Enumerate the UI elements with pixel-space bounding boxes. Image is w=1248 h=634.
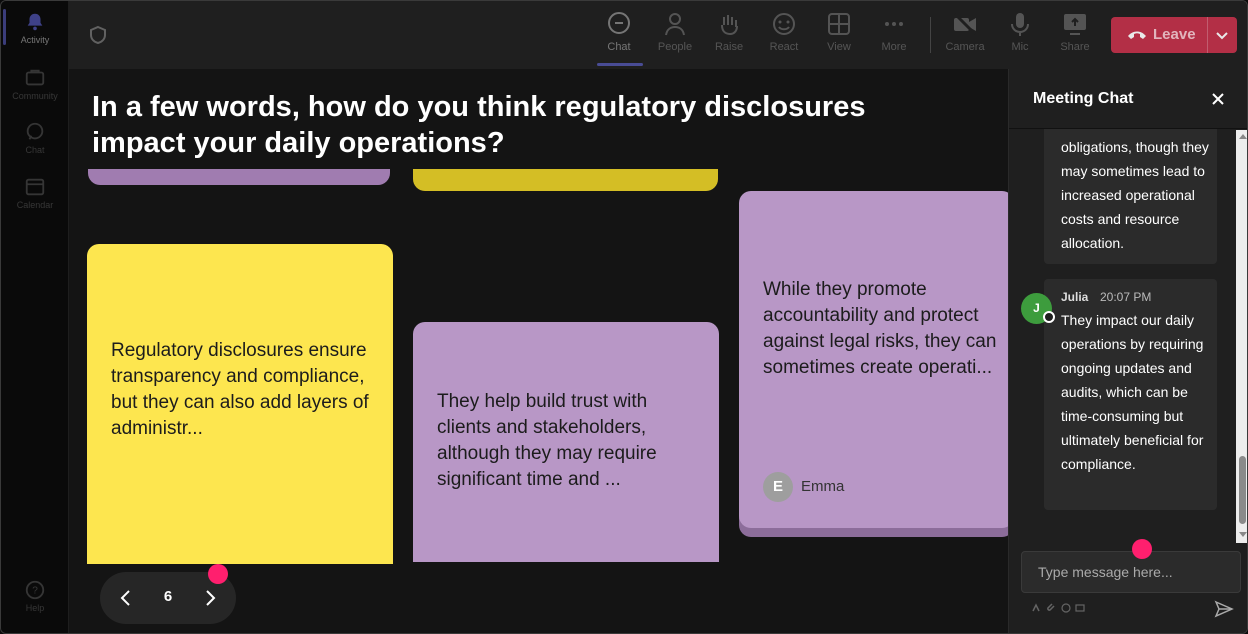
sticky-note[interactable]: They help build trust with clients and s… [413,322,719,562]
help-icon: ? [25,580,45,600]
sticky-note[interactable]: While they promote accountability and pr… [739,191,1008,528]
toolbar-divider [930,17,931,53]
scrollbar-thumb[interactable] [1239,456,1246,524]
microphone-icon [1011,13,1029,36]
message-text: obligations, though they may sometimes l… [1061,139,1209,251]
bell-icon [27,13,43,31]
rail-label: Community [12,91,58,101]
chat-icon [26,122,44,140]
mic-button[interactable]: Mic [994,11,1046,63]
more-label: More [881,41,907,53]
camera-label: Camera [945,41,985,53]
message-text: They impact our daily operations by requ… [1061,312,1204,472]
meeting-toolbar: Chat People Raise React View More Camera [69,1,1247,69]
meeting-chat-panel: Meeting Chat obligations, though they ma… [1008,69,1247,633]
note-text: They help build trust with clients and s… [437,391,657,490]
camera-button[interactable]: Camera [939,11,991,63]
rail-label: Help [25,603,45,613]
scroll-up-arrow-icon[interactable] [1239,134,1247,139]
leave-button[interactable]: Leave [1111,17,1237,53]
presence-status-icon [1043,311,1055,323]
share-button[interactable]: Share [1049,11,1101,63]
note-partial-purple [88,169,390,185]
smiley-icon [773,13,795,35]
react-label: React [769,41,799,53]
share-screen-icon [1064,14,1086,35]
question-title: In a few words, how do you think regulat… [92,91,866,159]
community-icon [25,69,45,86]
left-rail: Activity Community Chat Calendar ? Help [1,1,69,633]
cursor-indicator-dot [208,564,228,584]
raise-hand-button[interactable]: Raise [703,11,755,63]
calendar-icon [25,178,45,196]
view-label: View [827,41,851,53]
presentation-stage: In a few words, how do you think regulat… [69,69,1008,633]
mic-label: Mic [1011,41,1029,53]
camera-off-icon [953,12,977,36]
close-icon[interactable] [1209,90,1227,108]
meeting-window: Activity Community Chat Calendar ? Help … [0,0,1248,634]
gif-icon[interactable] [1075,603,1085,613]
note-text: Regulatory disclosures ensure transparen… [111,340,369,439]
message-time: 20:07 PM [1100,290,1152,304]
sticky-note[interactable]: Regulatory disclosures ensure transparen… [87,244,393,564]
rail-item-activity[interactable]: Activity [1,11,69,61]
page-number: 6 [163,588,173,605]
cursor-indicator-dot [1132,539,1152,559]
chat-message: obligations, though they may sometimes l… [1044,129,1217,264]
svg-text:?: ? [32,586,38,597]
note-text: While they promote accountability and pr… [763,279,997,378]
people-label: People [657,41,693,53]
more-icon [885,22,903,26]
chevron-left-icon[interactable] [114,586,138,610]
format-icon[interactable] [1031,603,1041,613]
chat-label: Chat [607,41,631,53]
rail-item-chat[interactable]: Chat [1,121,69,171]
rail-label: Calendar [16,200,54,210]
chevron-right-icon[interactable] [198,586,222,610]
emoji-icon[interactable] [1061,603,1071,613]
author-name: Emma [801,478,845,495]
leave-divider [1207,17,1208,53]
react-button[interactable]: React [758,11,810,63]
chat-icon [608,12,630,34]
message-sender: Julia [1061,290,1089,304]
share-label: Share [1060,41,1090,53]
note-partial-yellow [413,169,718,191]
rail-item-calendar[interactable]: Calendar [1,176,69,226]
send-icon[interactable] [1214,600,1234,618]
shield-icon[interactable] [88,25,108,45]
hand-icon [721,15,738,36]
hang-up-icon [1128,31,1146,39]
rail-item-help[interactable]: ? Help [1,579,69,629]
chat-tab-indicator [597,63,643,66]
chat-scrollbar[interactable] [1236,130,1247,543]
chevron-down-icon[interactable] [1213,26,1231,44]
grid-icon [828,13,850,35]
people-button[interactable]: People [649,11,701,63]
rail-label: Activity [20,35,50,45]
avatar: E [763,472,793,502]
chat-button[interactable]: Chat [593,11,645,63]
chat-messages: obligations, though they may sometimes l… [1009,129,1237,544]
view-button[interactable]: View [813,11,865,63]
scroll-down-arrow-icon[interactable] [1239,532,1247,537]
rail-label: Chat [25,145,45,155]
more-button[interactable]: More [868,11,920,63]
note-author: E Emma [763,472,844,502]
person-icon [665,13,685,36]
message-input[interactable] [1021,551,1241,593]
leave-label: Leave [1153,26,1196,43]
attach-icon[interactable] [1047,603,1057,613]
chat-panel-title: Meeting Chat [1033,90,1134,107]
chat-message: Julia 20:07 PM They impact our daily ope… [1044,279,1217,510]
rail-item-community[interactable]: Community [1,67,69,117]
raise-label: Raise [714,41,744,53]
